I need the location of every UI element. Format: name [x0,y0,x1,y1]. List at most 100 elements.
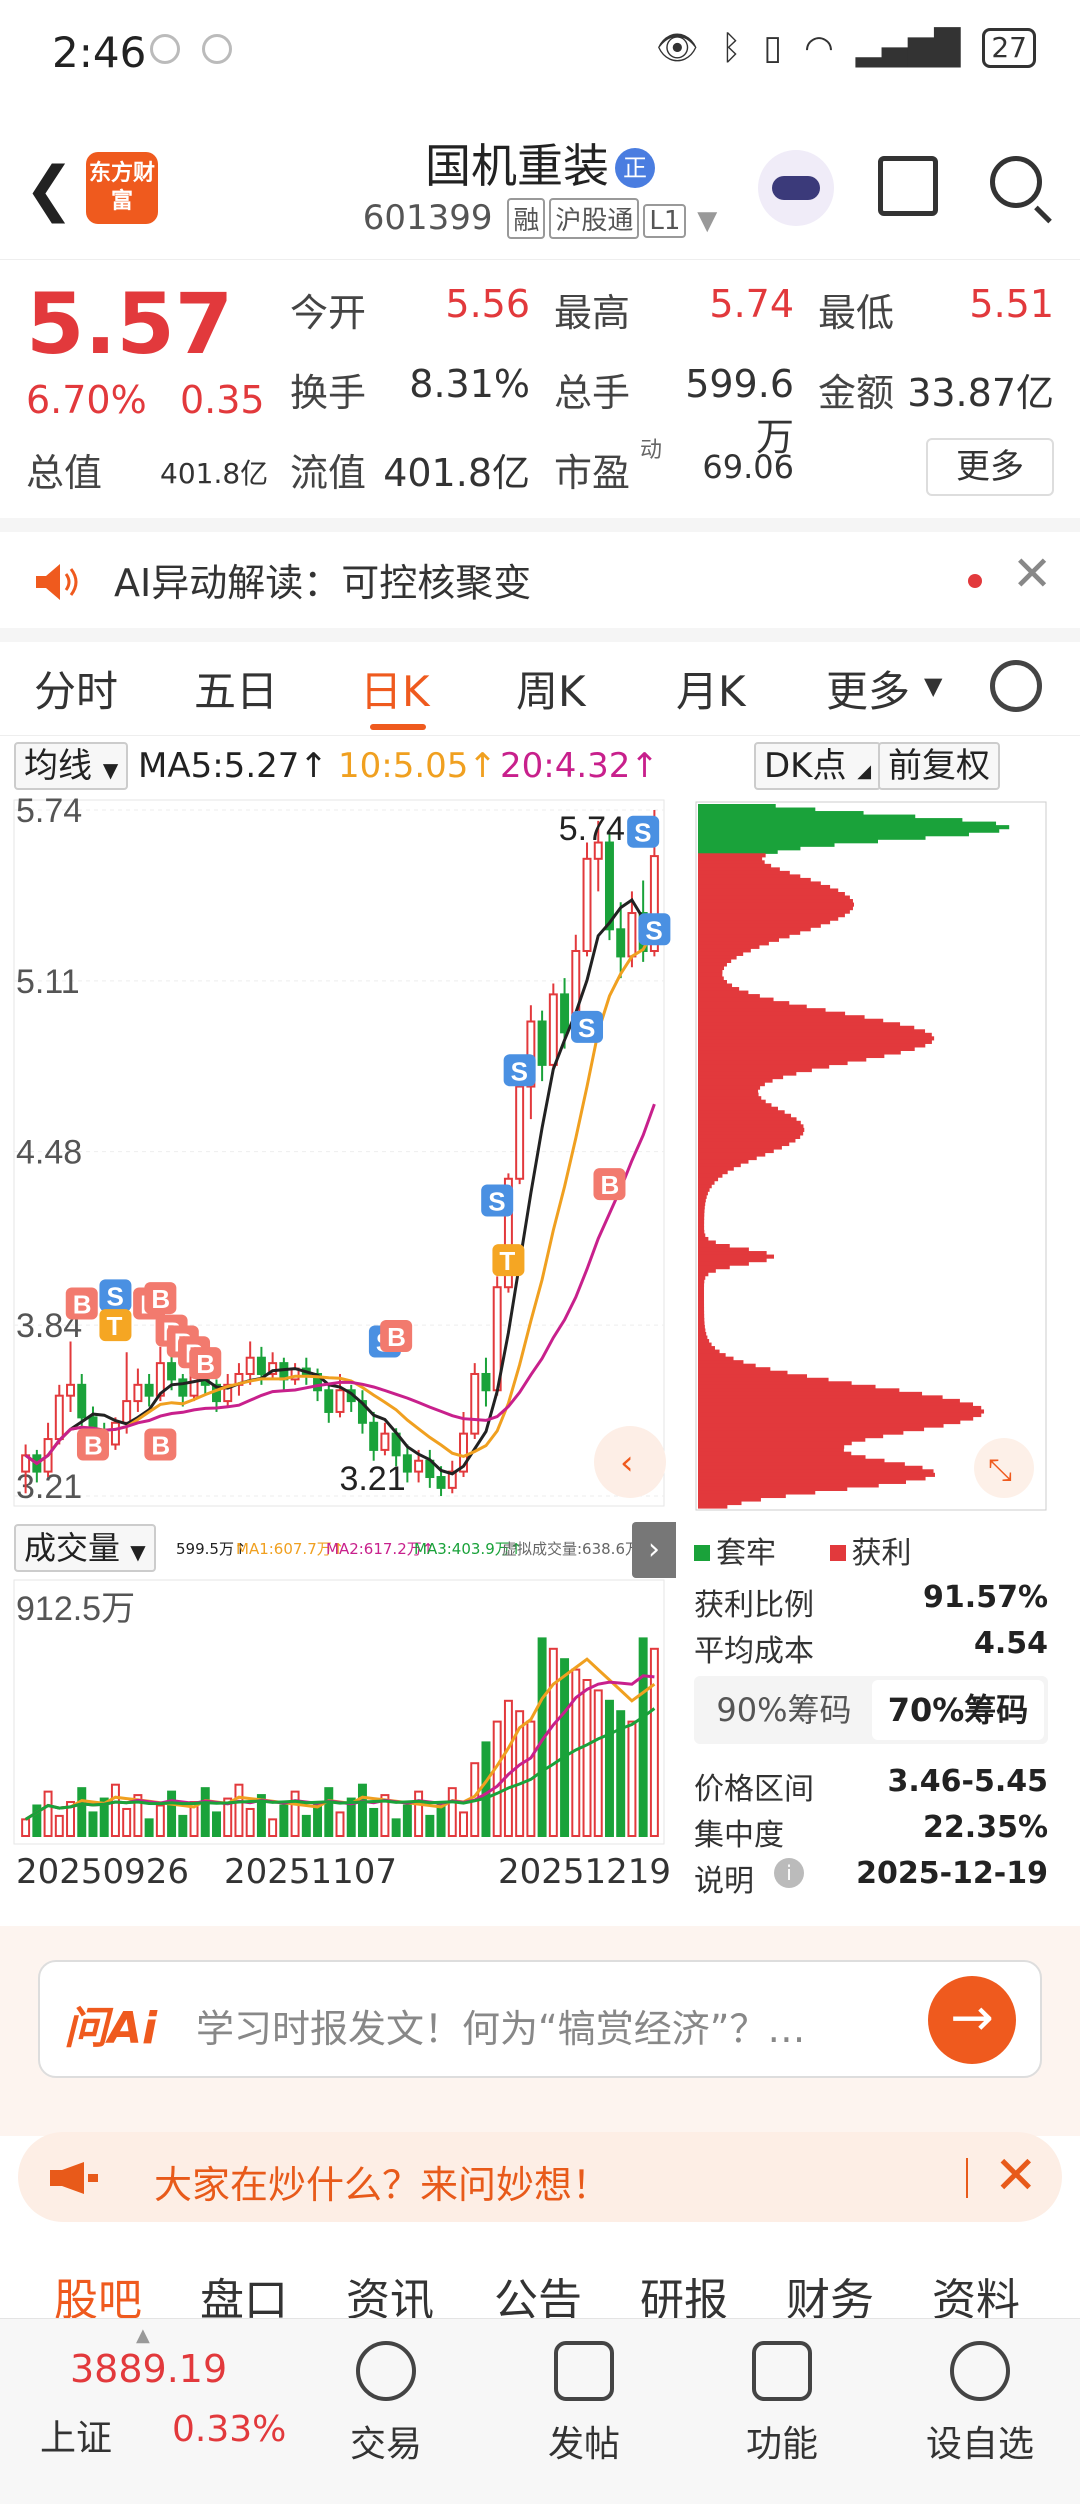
share-icon[interactable] [878,156,938,216]
trade-icon [356,2341,416,2401]
chip-bar [698,1092,759,1097]
ai-assistant-icon[interactable] [758,150,834,226]
chip-bar [698,1152,766,1157]
chip-row-value: 3.46-5.45 [887,1764,1049,1799]
chip-bar [698,1236,709,1242]
candle [481,1372,491,1392]
grid-icon [752,2341,812,2401]
chip-bar [698,1208,705,1213]
nav-add-watchlist[interactable]: 设自选 [910,2341,1050,2467]
chip-bar [698,1272,709,1277]
volume-select[interactable]: 成交量 ▼ [14,1524,156,1572]
volume-select-label: 成交量 [24,1529,121,1567]
indicator-select[interactable]: 均线 ▼ [14,742,129,790]
low-label: 最低 [818,291,895,335]
chip-bar [698,1099,766,1104]
candle [256,1356,266,1375]
volume-bar [425,1814,435,1837]
nav-functions[interactable]: 功能 [712,2341,852,2467]
dk-point-toggle[interactable]: DK点 ◢ [754,742,882,790]
volume-bar [503,1699,513,1837]
trap-legend: 套牢 [716,1536,776,1571]
more-button[interactable]: 更多 [926,438,1054,496]
chip-bar [698,1384,876,1389]
info-icon[interactable]: i [774,1858,804,1888]
chip-bar [698,1381,852,1386]
close-icon[interactable]: ✕ [994,2146,1038,2206]
level-tag: L1 [643,204,687,238]
chip-bar [698,1212,705,1217]
chip-70-option[interactable]: 70%筹码 [872,1680,1044,1740]
arrow-right-icon[interactable]: → [928,1976,1016,2064]
chip-bar [698,1138,796,1143]
volume-ma-line [24,1707,656,1821]
chip-bar [698,1321,705,1326]
volume-bar [178,1814,188,1837]
close-icon[interactable]: ✕ [1012,546,1052,602]
volume-bar [234,1783,244,1837]
chip-bar [698,821,997,826]
zheng-badge: 正 [615,148,655,188]
expand-arrow-icon[interactable]: › [632,1522,676,1578]
chip-bar [698,1029,926,1034]
index-value[interactable]: 3889.19 [70,2347,227,2391]
volume-bar [447,1787,457,1838]
tab-five-day[interactable]: 五日 [194,658,278,719]
nav-label: 交易 [349,2424,422,2465]
connect-tag: 沪股通 [549,198,640,239]
chip-distribution-chart[interactable]: ⤡ [694,800,1048,1512]
nav-label: 设自选 [925,2424,1034,2465]
dropdown-icon[interactable]: ▼ [697,206,717,236]
tab-daily-k[interactable]: 日K [360,658,430,719]
amount-label: 金额 [818,371,895,415]
chip-bar [698,1472,935,1477]
chip-bar [698,1370,788,1375]
chip-bar [698,1222,705,1227]
chip-bar [698,1229,705,1235]
chip-bar [698,818,963,823]
gear-icon[interactable] [990,660,1042,712]
turnover-label: 换手 [290,371,367,415]
ai-alert-banner[interactable]: AI异动解读：可控核聚变 ✕ [0,532,1080,628]
hot-topic-bar[interactable]: 大家在炒什么？来问妙想！ ✕ [18,2132,1062,2222]
volume-bar [582,1679,592,1837]
chip-row-value: 2025-12-19 [856,1856,1048,1891]
tab-intraday[interactable]: 分时 [34,658,118,719]
chip-bar [698,934,790,939]
ask-ai-input[interactable]: 问Ai 学习时报发文！何为“犒赏经济”？… → [38,1960,1042,2078]
tab-monthly-k[interactable]: 月K [676,658,746,719]
volume-ma-line [24,1657,656,1821]
candle [144,1383,154,1397]
candle [380,1432,390,1451]
search-icon[interactable] [990,156,1042,208]
profit-swatch [829,1545,846,1561]
kline-chart[interactable]: 5.745.114.483.843.215.743.21BBSTBBBBBBBS… [0,796,680,1514]
chip-bar [698,1082,765,1087]
candle [66,1383,76,1397]
chip-bar [698,1282,705,1287]
nav-post[interactable]: 发帖 [514,2341,654,2467]
chip-bar [698,1004,807,1009]
chip-bar [698,828,1000,833]
chip-row-label: 说明 [694,1864,754,1899]
notification-icon [202,34,232,64]
chip-bar [698,1071,797,1076]
low-value: 5.51 [969,282,1054,326]
tab-more[interactable]: 更多 [826,658,910,719]
chip-bar [698,1103,772,1108]
volume-chart[interactable]: 912.5万 [0,1578,680,1850]
volume-bar [88,1811,98,1837]
chip-bar [698,881,821,886]
date-axis: 20250926 20251107 20251219 [0,1852,680,1896]
chip-bar [698,1191,708,1196]
signal-label: B [84,1430,103,1460]
chip-90-option[interactable]: 90%筹码 [698,1680,870,1740]
adjust-select[interactable]: 前复权 [878,742,1000,790]
current-price: 5.57 [26,275,234,373]
chip-row-label: 集中度 [694,1818,784,1853]
chip-bar [698,920,831,925]
tab-weekly-k[interactable]: 周K [516,658,586,719]
nav-trade[interactable]: 交易 [316,2341,456,2467]
y-axis-label: 5.11 [16,963,80,1001]
chip-bar [698,867,780,872]
